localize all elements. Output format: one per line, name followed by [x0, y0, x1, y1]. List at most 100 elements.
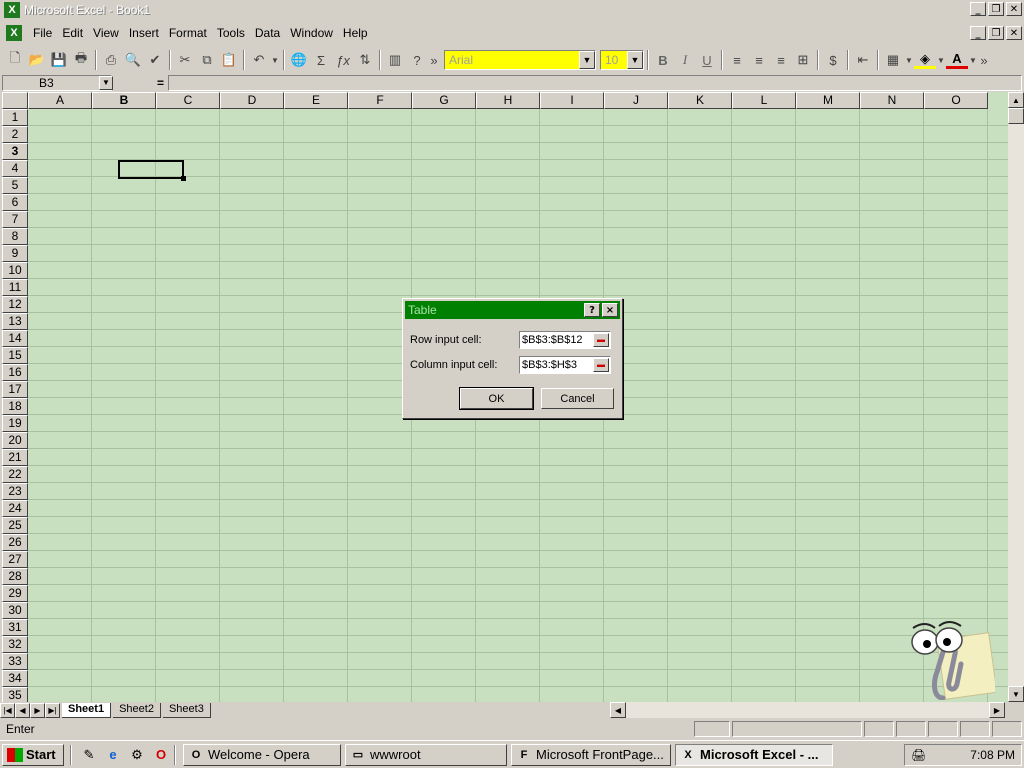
- cancel-button[interactable]: Cancel: [541, 388, 614, 409]
- font-color-dropdown-icon[interactable]: ▼: [968, 49, 978, 71]
- new-icon[interactable]: 🗋: [4, 49, 26, 71]
- borders-dropdown-icon[interactable]: ▼: [904, 49, 914, 71]
- row-header-20[interactable]: 20: [2, 432, 28, 449]
- row-header-15[interactable]: 15: [2, 347, 28, 364]
- autosum-icon[interactable]: Σ: [310, 49, 332, 71]
- sheet-tab-sheet1[interactable]: Sheet1: [62, 702, 112, 718]
- row-header-11[interactable]: 11: [2, 279, 28, 296]
- fill-color-icon[interactable]: ◈: [914, 51, 936, 69]
- print-icon[interactable]: ⎙: [100, 49, 122, 71]
- excel-app-icon[interactable]: X: [4, 2, 20, 18]
- column-header-h[interactable]: H: [476, 92, 540, 109]
- row-header-29[interactable]: 29: [2, 585, 28, 602]
- preview-icon[interactable]: 🔍: [122, 49, 144, 71]
- undo-icon[interactable]: ↶: [248, 49, 270, 71]
- workbook-close-button[interactable]: ✕: [1006, 26, 1022, 40]
- font-name-box[interactable]: Arial ▼: [444, 50, 596, 70]
- save-icon[interactable]: 💾: [48, 49, 70, 71]
- scroll-thumb[interactable]: [1008, 108, 1024, 124]
- toolbar-overflow-icon[interactable]: »: [978, 49, 990, 71]
- notepad-icon[interactable]: ✎: [79, 745, 99, 765]
- decrease-indent-icon[interactable]: ⇤: [852, 49, 874, 71]
- column-header-n[interactable]: N: [860, 92, 924, 109]
- column-header-b[interactable]: B: [92, 92, 156, 109]
- row-header-5[interactable]: 5: [2, 177, 28, 194]
- minimize-button[interactable]: _: [970, 2, 986, 16]
- clock[interactable]: 7:08 PM: [970, 748, 1015, 762]
- internet-explorer-icon[interactable]: e: [103, 745, 123, 765]
- collapse-dialog-icon[interactable]: ▬: [593, 333, 609, 347]
- name-box[interactable]: B3 ▼: [2, 75, 113, 91]
- function-icon[interactable]: ƒx: [332, 49, 354, 71]
- taskbar-button-0[interactable]: O Welcome - Opera: [183, 743, 341, 766]
- row-header-33[interactable]: 33: [2, 653, 28, 670]
- dialog-help-button[interactable]: ?: [584, 303, 600, 317]
- row-header-27[interactable]: 27: [2, 551, 28, 568]
- underline-button[interactable]: U: [696, 49, 718, 71]
- help-icon[interactable]: ?: [406, 49, 428, 71]
- menu-insert[interactable]: Insert: [124, 26, 164, 40]
- print-preview-icon[interactable]: 🖶: [70, 49, 92, 71]
- align-left-icon[interactable]: ≡: [726, 49, 748, 71]
- row-header-28[interactable]: 28: [2, 568, 28, 585]
- volume-icon[interactable]: 🖨: [911, 748, 926, 762]
- currency-icon[interactable]: $: [822, 49, 844, 71]
- row-header-21[interactable]: 21: [2, 449, 28, 466]
- column-header-f[interactable]: F: [348, 92, 412, 109]
- spelling-icon[interactable]: ✔: [144, 49, 166, 71]
- column-header-k[interactable]: K: [668, 92, 732, 109]
- chevron-down-icon[interactable]: ▼: [99, 76, 113, 90]
- copy-icon[interactable]: ⧉: [196, 49, 218, 71]
- row-header-10[interactable]: 10: [2, 262, 28, 279]
- ok-button[interactable]: OK: [459, 387, 534, 410]
- font-color-icon[interactable]: A: [946, 51, 968, 69]
- menu-help[interactable]: Help: [338, 26, 373, 40]
- row-header-16[interactable]: 16: [2, 364, 28, 381]
- menu-format[interactable]: Format: [164, 26, 212, 40]
- row-header-35[interactable]: 35: [2, 687, 28, 702]
- row-header-26[interactable]: 26: [2, 534, 28, 551]
- scroll-up-icon[interactable]: ▲: [1008, 92, 1024, 108]
- scroll-right-icon[interactable]: ▶: [989, 702, 1005, 718]
- chevron-down-icon[interactable]: ▼: [579, 51, 595, 69]
- column-header-i[interactable]: I: [540, 92, 604, 109]
- active-cell[interactable]: [118, 160, 186, 181]
- start-button[interactable]: Start: [2, 743, 64, 766]
- row-header-23[interactable]: 23: [2, 483, 28, 500]
- menu-tools[interactable]: Tools: [212, 26, 250, 40]
- sort-icon[interactable]: ⇅: [354, 49, 376, 71]
- taskbar-button-2[interactable]: F Microsoft FrontPage...: [511, 743, 671, 766]
- workbook-minimize-button[interactable]: _: [970, 26, 986, 40]
- scroll-left-icon[interactable]: ◀: [610, 702, 626, 718]
- taskbar-button-1[interactable]: ▭ wwwroot: [345, 743, 507, 766]
- row-header-9[interactable]: 9: [2, 245, 28, 262]
- bold-button[interactable]: B: [652, 49, 674, 71]
- chevron-down-icon[interactable]: ▼: [627, 51, 643, 69]
- row-header-22[interactable]: 22: [2, 466, 28, 483]
- formula-input[interactable]: [168, 75, 1022, 91]
- last-sheet-icon[interactable]: ▶|: [45, 702, 60, 718]
- row-header-12[interactable]: 12: [2, 296, 28, 313]
- menu-data[interactable]: Data: [250, 26, 285, 40]
- row-input-field[interactable]: $B$3:$B$12 ▬: [519, 331, 611, 349]
- menu-view[interactable]: View: [88, 26, 124, 40]
- scroll-down-icon[interactable]: ▼: [1008, 686, 1024, 702]
- menu-edit[interactable]: Edit: [57, 26, 88, 40]
- row-header-32[interactable]: 32: [2, 636, 28, 653]
- font-size-box[interactable]: 10 ▼: [600, 50, 644, 70]
- next-sheet-icon[interactable]: ▶: [30, 702, 45, 718]
- sheet-tab-sheet3[interactable]: Sheet3: [162, 702, 211, 718]
- workbook-icon[interactable]: X: [6, 25, 22, 41]
- vertical-scrollbar[interactable]: ▲ ▼: [1008, 92, 1024, 702]
- borders-icon[interactable]: ▦: [882, 49, 904, 71]
- collapse-dialog-icon[interactable]: ▬: [593, 358, 609, 372]
- column-header-j[interactable]: J: [604, 92, 668, 109]
- column-header-a[interactable]: A: [28, 92, 92, 109]
- row-header-25[interactable]: 25: [2, 517, 28, 534]
- row-header-19[interactable]: 19: [2, 415, 28, 432]
- italic-button[interactable]: I: [674, 49, 696, 71]
- horizontal-scrollbar[interactable]: ◀ ▶: [610, 702, 1005, 718]
- row-header-3[interactable]: 3: [2, 143, 28, 160]
- column-header-o[interactable]: O: [924, 92, 988, 109]
- row-header-17[interactable]: 17: [2, 381, 28, 398]
